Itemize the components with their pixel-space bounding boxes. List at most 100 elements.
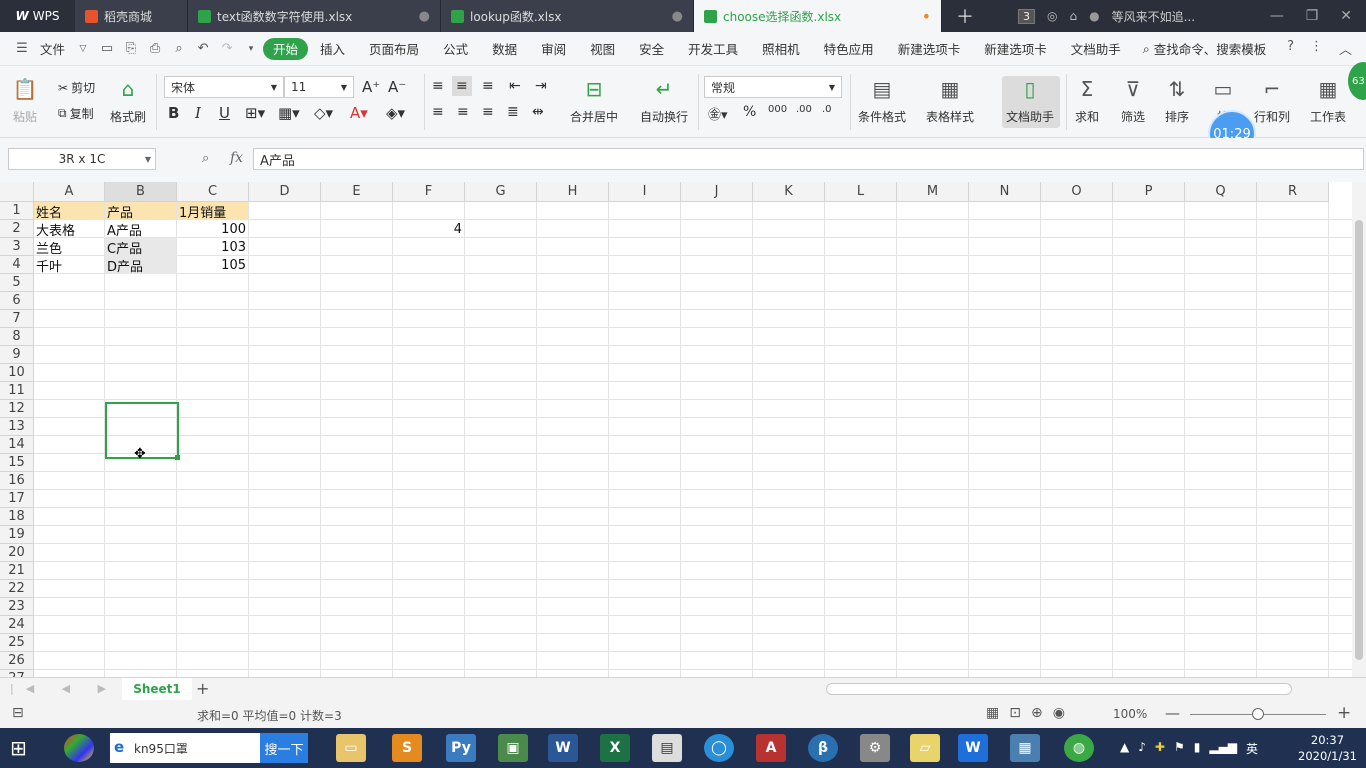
zoom-slider-knob[interactable] <box>1252 708 1264 720</box>
tab-docer[interactable]: 稻壳商城 <box>75 0 188 32</box>
align-middle-icon[interactable]: ≡ <box>452 76 472 96</box>
browser-icon[interactable]: ◯ <box>704 734 734 762</box>
horizontal-scrollbar[interactable] <box>826 683 1292 695</box>
access-icon[interactable]: A <box>756 734 786 762</box>
normal-view-icon[interactable]: ▦ <box>986 705 999 721</box>
column-header-d[interactable]: D <box>249 182 321 202</box>
row-header-3[interactable]: 3 <box>0 238 34 256</box>
row-header-22[interactable]: 22 <box>0 580 34 598</box>
column-header-p[interactable]: P <box>1113 182 1185 202</box>
sum-button[interactable]: Σ 求和 <box>1074 76 1100 125</box>
column-header-h[interactable]: H <box>537 182 609 202</box>
column-header-i[interactable]: I <box>609 182 681 202</box>
avatar[interactable]: ● <box>1089 9 1099 23</box>
undo-icon[interactable]: ↶ <box>191 41 215 56</box>
paste-button[interactable]: 📋 粘贴 <box>12 76 38 125</box>
page-layout-view-icon[interactable]: ⊕ <box>1031 705 1043 721</box>
decrease-decimal-icon[interactable]: .0 <box>822 104 832 115</box>
underline-icon[interactable]: U <box>219 104 230 122</box>
row-header-4[interactable]: 4 <box>0 256 34 274</box>
restore-icon[interactable]: ❐ <box>1306 8 1319 24</box>
align-center-icon[interactable]: ≡ <box>457 104 469 120</box>
wps-taskbar-icon[interactable]: W <box>958 734 988 762</box>
close-icon[interactable]: ● <box>672 9 683 24</box>
row-header-19[interactable]: 19 <box>0 526 34 544</box>
skin-icon[interactable]: ⌂ <box>1069 9 1077 23</box>
menu-doc-assistant[interactable]: 文档助手 <box>1059 38 1133 60</box>
print-icon[interactable]: ⎙ <box>143 41 167 56</box>
tab-lookup[interactable]: lookup函数.xlsx ● <box>441 0 694 32</box>
plus-tray-icon[interactable]: ✚ <box>1155 740 1165 757</box>
cell-c1[interactable]: 1月销量 <box>177 202 248 220</box>
status-macro-icon[interactable]: ⊟ <box>12 705 24 721</box>
cell-b4[interactable]: D产品 <box>105 256 176 274</box>
close-window-icon[interactable]: ✕ <box>1340 8 1352 24</box>
help-icon[interactable]: ? <box>1287 39 1294 58</box>
windows-start-icon[interactable]: ⊞ <box>10 736 36 760</box>
cell-a2[interactable]: 大表格 <box>34 220 104 239</box>
unsaved-dot-icon[interactable]: • <box>922 7 931 26</box>
excel-icon[interactable]: X <box>600 734 630 762</box>
row-header-7[interactable]: 7 <box>0 310 34 328</box>
sort-button[interactable]: ⇅ 排序 <box>1164 76 1190 125</box>
indent-increase-icon[interactable]: ⇥ <box>535 78 547 94</box>
tool-app-icon[interactable]: ⚙ <box>860 734 890 762</box>
column-header-b[interactable]: B <box>105 182 177 202</box>
cell-c3[interactable]: 103 <box>177 238 248 256</box>
taskbar-search-button[interactable]: 搜一下 <box>260 733 308 763</box>
preview-icon[interactable]: ⌕ <box>167 41 191 56</box>
increase-font-icon[interactable]: A⁺ <box>362 78 380 96</box>
row-header-18[interactable]: 18 <box>0 508 34 526</box>
page-break-view-icon[interactable]: ⊡ <box>1009 705 1021 721</box>
row-header-25[interactable]: 25 <box>0 634 34 652</box>
currency-icon[interactable]: ㊎▾ <box>708 104 728 123</box>
zoom-level[interactable]: 100% <box>1113 707 1147 721</box>
wrap-text-button[interactable]: ↵ 自动换行 <box>640 76 688 125</box>
name-box[interactable]: 3R x 1C ▼ <box>8 148 156 170</box>
vertical-scrollbar[interactable] <box>1352 182 1366 677</box>
formula-input[interactable]: A产品 <box>253 148 1364 170</box>
add-sheet-icon[interactable]: + <box>196 679 209 698</box>
wps-logo[interactable]: W WPS <box>0 0 75 32</box>
align-left-icon[interactable]: ≡ <box>432 104 444 120</box>
bell-icon[interactable]: ♪ <box>1138 740 1146 757</box>
cell-c4[interactable]: 105 <box>177 256 248 274</box>
doc-assistant-button[interactable]: ▯ 文档助手 <box>1006 76 1054 125</box>
document-icon[interactable]: ▤ <box>652 734 682 762</box>
filter-button[interactable]: ⊽ 筛选 <box>1120 76 1146 125</box>
clock[interactable]: 20:37 2020/1/31 <box>1298 732 1357 764</box>
merge-center-button[interactable]: ⊟ 合并居中 <box>570 76 618 125</box>
column-header-c[interactable]: C <box>177 182 249 202</box>
app-360-icon[interactable] <box>64 734 94 762</box>
column-header-l[interactable]: L <box>825 182 897 202</box>
network-icon[interactable]: ▂▄▆ <box>1209 740 1237 757</box>
menu-new-tab-2[interactable]: 新建选项卡 <box>972 38 1059 60</box>
cell-b2[interactable]: A产品 <box>105 220 176 239</box>
column-header-j[interactable]: J <box>681 182 753 202</box>
column-header-m[interactable]: M <box>897 182 969 202</box>
control-panel-icon[interactable]: ▦ <box>1010 734 1040 762</box>
taskbar-search-input[interactable]: kn95口罩 <box>110 733 260 763</box>
menu-page-layout[interactable]: 页面布局 <box>357 38 431 60</box>
menu-view[interactable]: 视图 <box>578 38 627 60</box>
menu-file[interactable]: 文件 <box>34 38 71 60</box>
column-header-a[interactable]: A <box>34 182 105 202</box>
redo-icon[interactable]: ↷ <box>215 41 239 56</box>
cell-a3[interactable]: 兰色 <box>34 238 104 257</box>
menu-new-tab-1[interactable]: 新建选项卡 <box>886 38 973 60</box>
row-header-11[interactable]: 11 <box>0 382 34 400</box>
eye-protect-icon[interactable]: ◉ <box>1053 705 1065 721</box>
row-header-20[interactable]: 20 <box>0 544 34 562</box>
bold-icon[interactable]: B <box>168 104 179 122</box>
column-header-n[interactable]: N <box>969 182 1041 202</box>
row-header-27[interactable]: 27 <box>0 670 34 677</box>
row-header-16[interactable]: 16 <box>0 472 34 490</box>
chevron-down-icon[interactable]: ▽ <box>71 44 95 54</box>
tray-expand-icon[interactable]: ▲ <box>1120 740 1129 757</box>
row-header-15[interactable]: 15 <box>0 454 34 472</box>
rows-cols-button[interactable]: ⌐ 行和列 <box>1254 76 1290 125</box>
fill-handle[interactable] <box>175 455 180 460</box>
wechat-icon[interactable]: ◍ <box>1064 734 1094 762</box>
fill-color-icon[interactable]: ◇▾ <box>314 104 333 122</box>
menu-features[interactable]: 特色应用 <box>812 38 886 60</box>
